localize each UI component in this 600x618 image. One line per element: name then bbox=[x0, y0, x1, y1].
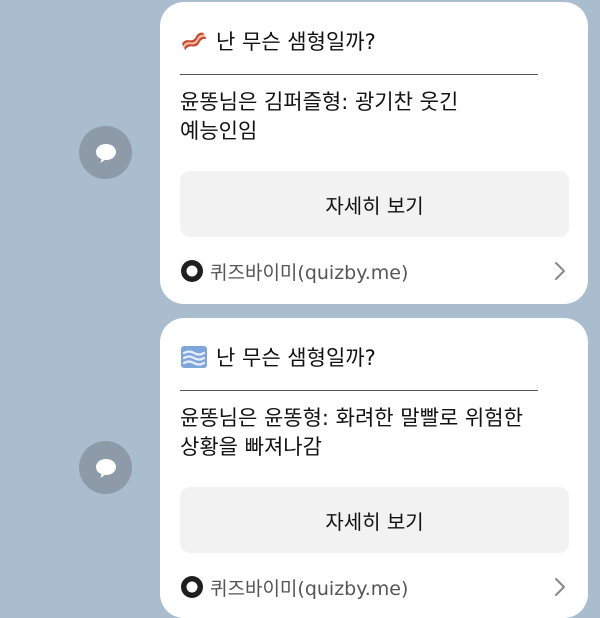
fog-icon bbox=[181, 346, 207, 368]
brand-name: 퀴즈바이미(quizby.me) bbox=[210, 261, 409, 284]
chevron-right-icon bbox=[555, 578, 565, 596]
card-header: 난 무슨 샘형일까? bbox=[180, 24, 376, 58]
share-button[interactable] bbox=[79, 126, 132, 179]
share-button[interactable] bbox=[79, 441, 132, 494]
card-footer-link[interactable]: 퀴즈바이미(quizby.me) bbox=[180, 256, 572, 286]
quizbyme-logo-icon bbox=[181, 576, 203, 598]
card-title: 난 무슨 샘형일까? bbox=[216, 346, 376, 370]
card-divider bbox=[180, 390, 538, 391]
bacon-icon bbox=[181, 32, 207, 51]
view-details-button[interactable]: 자세히 보기 bbox=[180, 487, 569, 553]
speech-bubble-icon bbox=[95, 143, 116, 163]
chevron-right-icon bbox=[555, 262, 565, 280]
result-text: 윤똥님은 김퍼즐형: 광기찬 웃긴 예능인임 bbox=[180, 90, 459, 143]
quiz-result-card[interactable]: 난 무슨 샘형일까? 윤똥님은 김퍼즐형: 광기찬 웃긴 예능인임 자세히 보기… bbox=[160, 2, 588, 304]
chat-room: 난 무슨 샘형일까? 윤똥님은 김퍼즐형: 광기찬 웃긴 예능인임 자세히 보기… bbox=[0, 0, 600, 618]
result-text: 윤똥님은 윤똥형: 화려한 말빨로 위험한 상황을 빠져나감 bbox=[180, 406, 523, 459]
card-title: 난 무슨 샘형일까? bbox=[216, 30, 376, 54]
card-header: 난 무슨 샘형일까? bbox=[180, 340, 376, 374]
speech-bubble-icon bbox=[95, 458, 116, 478]
quizbyme-logo-icon bbox=[181, 260, 203, 282]
quiz-result-card[interactable]: 난 무슨 샘형일까? 윤똥님은 윤똥형: 화려한 말빨로 위험한 상황을 빠져나… bbox=[160, 318, 588, 618]
card-divider bbox=[180, 74, 538, 75]
card-footer-link[interactable]: 퀴즈바이미(quizby.me) bbox=[180, 572, 572, 602]
view-details-button[interactable]: 자세히 보기 bbox=[180, 171, 569, 237]
brand-name: 퀴즈바이미(quizby.me) bbox=[210, 577, 409, 600]
